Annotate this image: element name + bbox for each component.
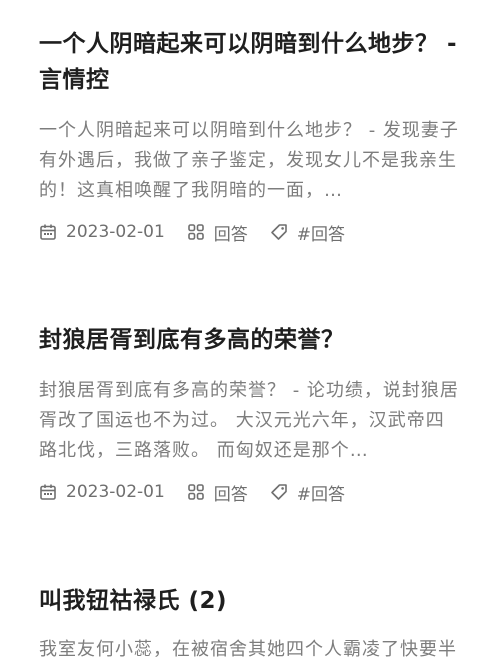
article-meta: 2023-02-01 回答 #回答 xyxy=(39,480,463,505)
grid-icon xyxy=(187,484,204,500)
article-excerpt: 我室友何小蕊，在被宿舍其她四个人霸凌了快要半年之后，终于，迎来了她们的反击。 xyxy=(39,639,457,660)
tag-text: #回答 xyxy=(296,224,346,245)
article-title[interactable]: 一个人阴暗起来可以阴暗到什么地步？ - 言情控 xyxy=(39,26,463,98)
calendar-icon xyxy=(40,484,56,500)
tag-icon xyxy=(270,484,287,500)
article-card: 一个人阴暗起来可以阴暗到什么地步？ - 言情控 一个人阴暗起来可以阴暗到什么地步… xyxy=(39,26,463,245)
tag-text: #回答 xyxy=(296,484,346,505)
tag-link[interactable]: #回答 xyxy=(270,480,345,505)
date-text: 2023-02-01 xyxy=(66,222,165,242)
tag-icon xyxy=(270,224,287,240)
article-card: 封狼居胥到底有多高的荣誉？ 封狼居胥到底有多高的荣誉？ - 论功绩，说封狼居胥改… xyxy=(39,322,463,505)
article-meta: 2023-02-01 回答 #回答 xyxy=(39,220,463,245)
publish-date: 2023-02-01 xyxy=(39,482,165,502)
grid-icon xyxy=(187,224,204,240)
article-excerpt: 一个人阴暗起来可以阴暗到什么地步？ - 发现妻子有外遇后，我做了亲子鉴定，发现女… xyxy=(39,120,459,201)
calendar-icon xyxy=(40,224,56,240)
date-text: 2023-02-01 xyxy=(66,482,165,502)
article-title[interactable]: 叫我钮祜禄氏 (2) xyxy=(39,583,463,619)
article-excerpt: 封狼居胥到底有多高的荣誉？ - 论功绩，说封狼居胥改了国运也不为过。 大汉元光六… xyxy=(39,380,459,461)
category-text: 回答 xyxy=(213,224,248,245)
category-text: 回答 xyxy=(213,484,248,505)
article-title[interactable]: 封狼居胥到底有多高的荣誉？ xyxy=(39,322,463,358)
category-link[interactable]: 回答 xyxy=(187,220,248,245)
category-link[interactable]: 回答 xyxy=(187,480,248,505)
article-card: 叫我钮祜禄氏 (2) 我室友何小蕊，在被宿舍其她四个人霸凌了快要半年之后，终于，… xyxy=(39,583,463,666)
article-feed: 一个人阴暗起来可以阴暗到什么地步？ - 言情控 一个人阴暗起来可以阴暗到什么地步… xyxy=(0,0,500,666)
publish-date: 2023-02-01 xyxy=(39,222,165,242)
tag-link[interactable]: #回答 xyxy=(270,220,345,245)
